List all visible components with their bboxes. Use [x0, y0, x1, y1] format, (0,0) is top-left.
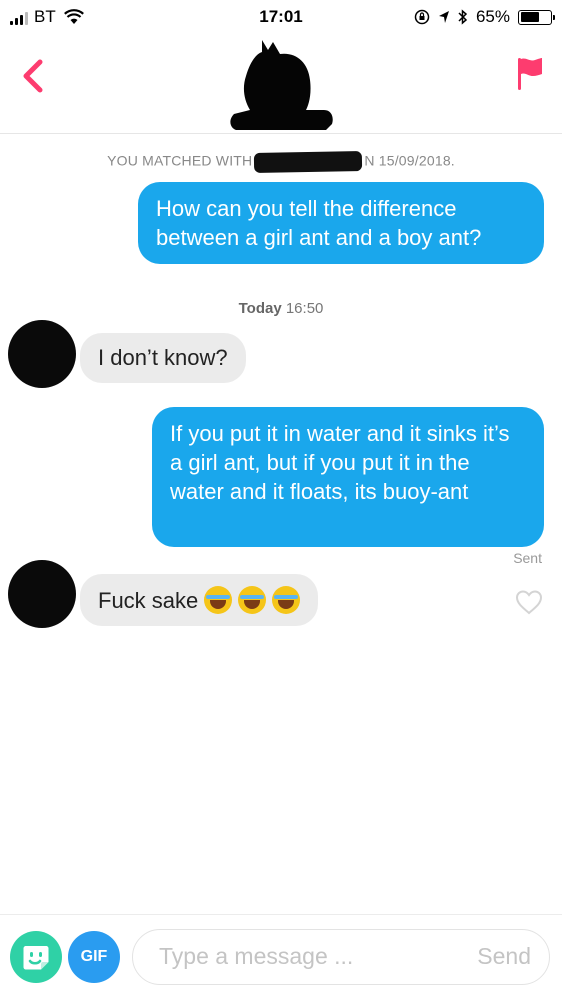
status-bar: BT 17:01 65%: [0, 0, 562, 34]
outgoing-message[interactable]: If you put it in water and it sinks it’s…: [152, 407, 544, 547]
message-timestamp: Today 16:50: [0, 300, 562, 317]
tears-of-joy-emoji-icon: [238, 586, 267, 614]
avatar[interactable]: [8, 560, 76, 628]
bluetooth-icon: [458, 9, 468, 25]
message-field[interactable]: Send: [132, 929, 550, 985]
matched-suffix: N 15/09/2018.: [364, 152, 455, 169]
sent-status: Sent: [513, 550, 542, 566]
matched-prefix: YOU MATCHED WITH: [107, 152, 253, 169]
battery-percent: 65%: [475, 7, 510, 26]
timestamp-time: 16:50: [285, 300, 324, 317]
gif-button[interactable]: GIF: [68, 931, 120, 983]
avatar[interactable]: [8, 320, 76, 388]
timestamp-day: Today: [238, 300, 282, 317]
status-right: 65%: [414, 7, 555, 27]
message-composer: GIF Send: [0, 914, 562, 1000]
tears-of-joy-emoji-icon: [272, 586, 301, 614]
heart-icon[interactable]: [514, 588, 544, 616]
redacted-name: [254, 151, 363, 173]
message-input[interactable]: [159, 930, 459, 983]
message-text: Fuck sake: [98, 587, 199, 613]
chat-header: [0, 34, 562, 134]
rotation-lock-icon: [414, 9, 430, 25]
match-avatar[interactable]: [228, 40, 338, 132]
sticker-button[interactable]: [10, 931, 62, 983]
send-button[interactable]: Send: [477, 943, 531, 970]
match-info: YOU MATCHED WITH N 15/09/2018.: [0, 151, 562, 173]
flag-icon[interactable]: [516, 56, 544, 92]
battery-fill: [520, 12, 540, 22]
outgoing-message[interactable]: How can you tell the difference between …: [138, 182, 544, 264]
chevron-left-icon[interactable]: [16, 56, 50, 96]
location-icon: [438, 11, 449, 23]
tears-of-joy-emoji-icon: [204, 586, 233, 614]
incoming-message[interactable]: Fuck sake: [80, 574, 319, 626]
sticker-icon: [23, 946, 49, 970]
incoming-message[interactable]: I don’t know?: [80, 333, 246, 383]
battery-icon: [518, 9, 555, 25]
